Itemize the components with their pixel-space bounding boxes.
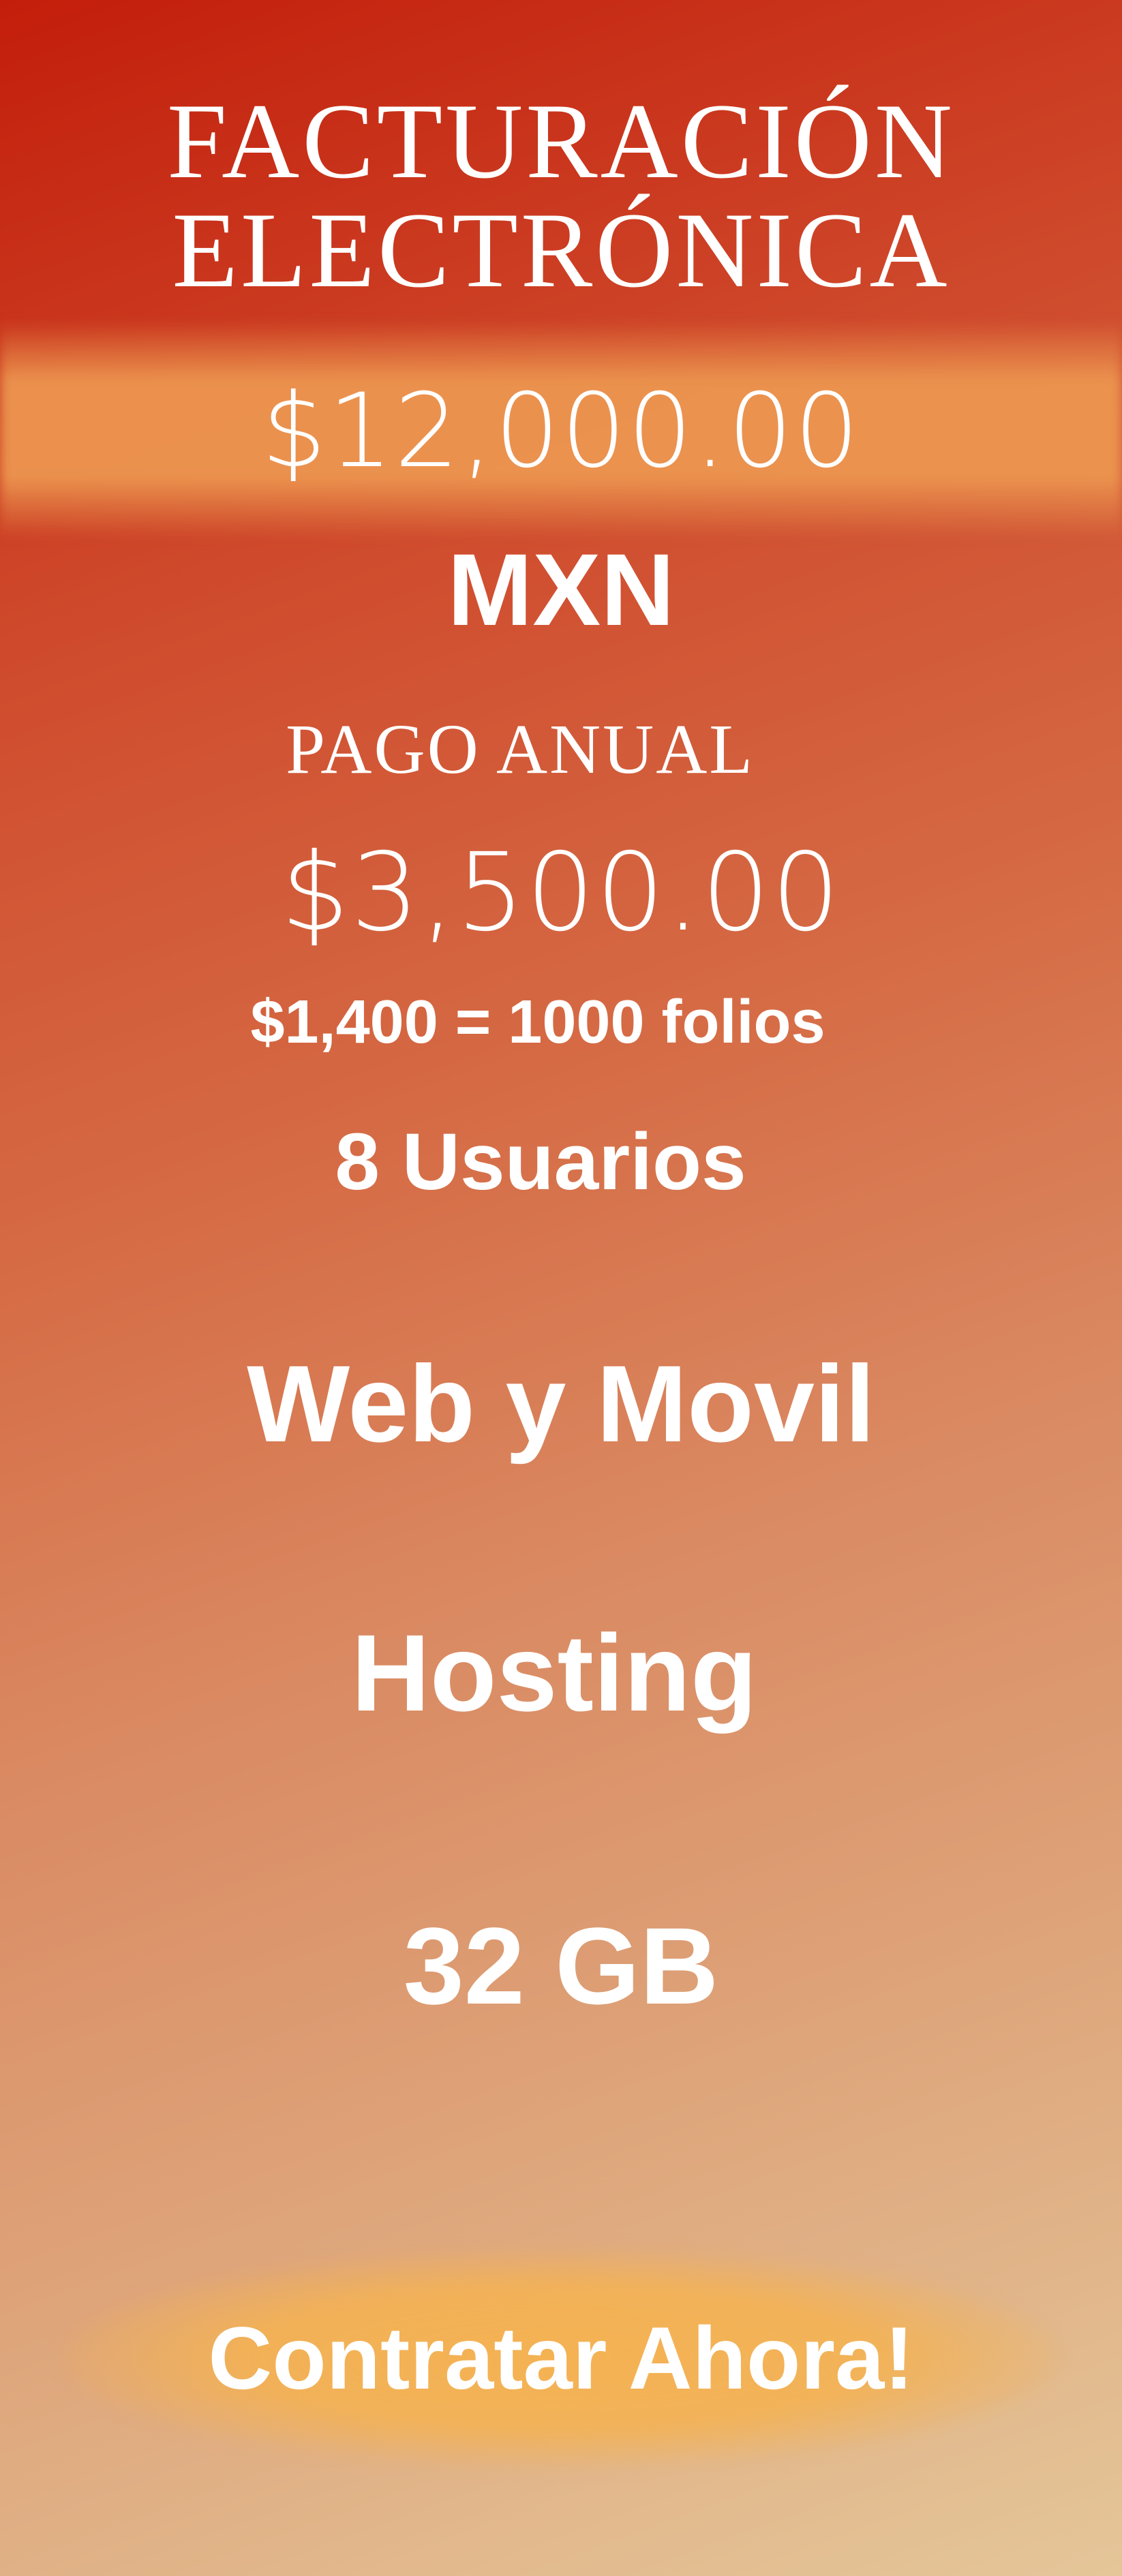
users-count: 8 Usuarios xyxy=(335,1117,746,1207)
feature-hosting: Hosting xyxy=(351,1612,757,1734)
feature-web-movil: Web y Movil xyxy=(247,1343,875,1465)
plan-label: PAGO ANUAL xyxy=(286,710,755,788)
title-line-2: ELECTRÓNICA xyxy=(172,191,950,310)
pricing-card: FACTURACIÓN ELECTRÓNICA $12,000.00 MXN P… xyxy=(0,0,1122,2576)
main-price: $12,000.00 xyxy=(261,372,861,491)
contratar-button[interactable]: Contratar Ahora! xyxy=(0,2307,1122,2409)
currency-label: MXN xyxy=(447,532,675,647)
annual-price: $3,500.00 xyxy=(280,830,842,955)
feature-storage: 32 GB xyxy=(403,1905,719,2027)
title-line-1: FACTURACIÓN xyxy=(167,82,955,201)
folios-offer: $1,400 = 1000 folios xyxy=(250,988,825,1056)
